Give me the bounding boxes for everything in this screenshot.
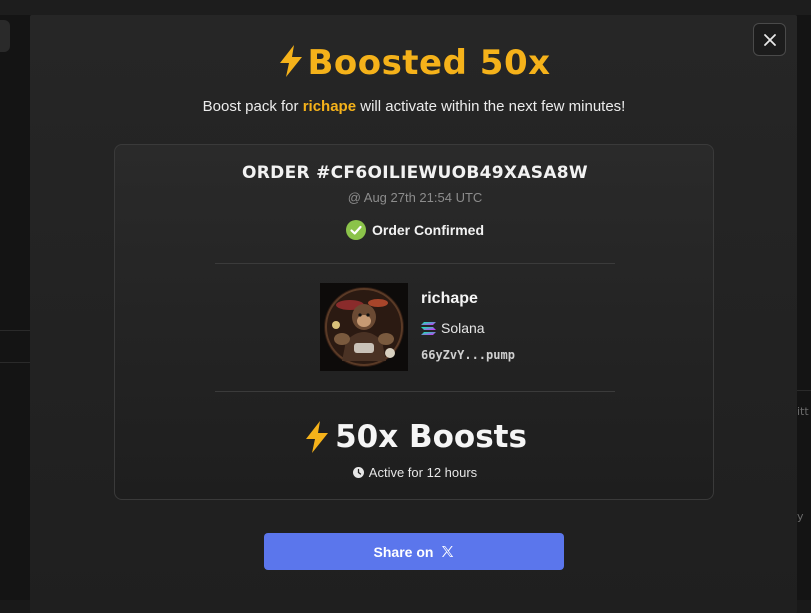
lightning-icon xyxy=(280,45,303,77)
background-divider xyxy=(0,362,30,363)
background-header xyxy=(0,0,811,15)
token-address: 66yZvY...pump xyxy=(421,348,515,362)
boost-duration: Active for 12 hours xyxy=(115,465,715,480)
divider xyxy=(215,263,615,264)
token-chain-label: Solana xyxy=(441,320,485,336)
order-id: ORDER #CF6OILIEWUOB49XASA8W xyxy=(242,163,588,183)
boost-duration-label: Active for 12 hours xyxy=(368,465,478,480)
background-divider xyxy=(797,390,811,391)
modal-subtitle: Boost pack for richape will activate wit… xyxy=(0,98,811,115)
share-label: Share on xyxy=(373,543,434,560)
check-circle-icon xyxy=(345,220,366,240)
token-avatar-image xyxy=(320,283,408,371)
background-text: itt xyxy=(797,405,809,418)
lightning-icon xyxy=(306,421,329,453)
divider xyxy=(215,391,615,392)
order-date: @ Aug 27th 21:54 UTC xyxy=(347,190,483,205)
clock-icon xyxy=(352,467,364,478)
token-chain: Solana xyxy=(421,320,485,336)
token-avatar xyxy=(320,283,408,371)
background-divider xyxy=(0,330,30,331)
subtitle-prefix: Boost pack for xyxy=(202,98,303,115)
boost-amount-label: 50x Boosts xyxy=(335,419,527,455)
subtitle-suffix: will activate within the next few minute… xyxy=(356,98,626,115)
modal-title: Boosted 50x xyxy=(0,43,811,83)
background-text: y xyxy=(797,510,804,523)
boost-amount: 50x Boosts xyxy=(115,419,715,455)
modal-title-text: Boosted 50x xyxy=(307,43,551,83)
order-status-label: Order Confirmed xyxy=(371,222,484,238)
order-card: ORDER #CF6OILIEWUOB49XASA8W @ Aug 27th 2… xyxy=(114,144,714,500)
token-name: richape xyxy=(421,290,478,307)
order-status: Order Confirmed xyxy=(115,220,715,240)
x-logo-icon xyxy=(442,546,454,557)
solana-icon xyxy=(421,321,436,335)
share-on-x-button[interactable]: Share on xyxy=(264,533,564,570)
subtitle-token: richape xyxy=(302,98,357,115)
